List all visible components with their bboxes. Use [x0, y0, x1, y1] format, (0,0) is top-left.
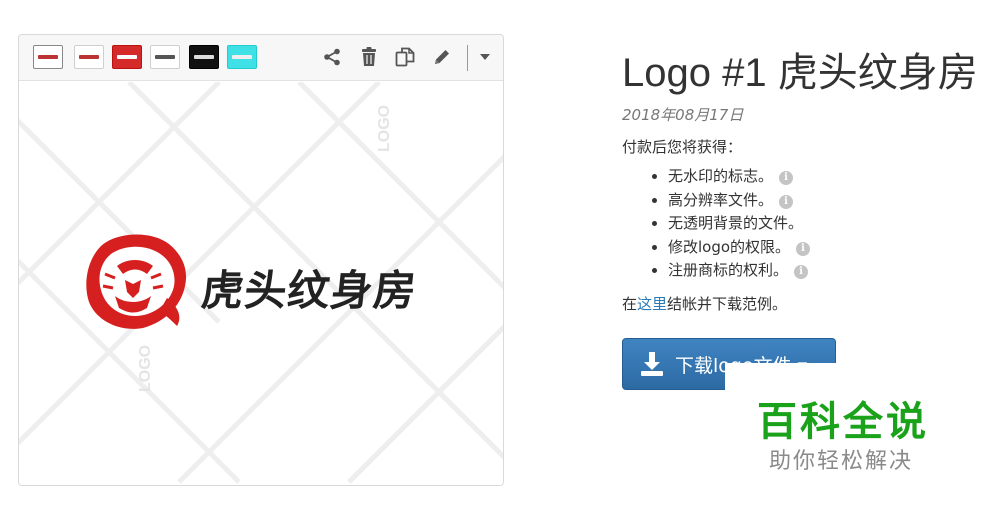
swatch-black[interactable]	[189, 45, 219, 69]
watermark-sub-text: 助你轻松解决	[769, 449, 914, 474]
copy-icon[interactable]	[394, 46, 416, 68]
caret-down-icon[interactable]	[474, 46, 496, 68]
share-icon[interactable]	[321, 46, 343, 68]
benefit-text: 高分辨率文件。	[668, 190, 774, 209]
watermark-logo-text: LOGO	[376, 105, 393, 152]
benefits-list: 无水印的标志。 i 高分辨率文件。 i 无透明背景的文件。 修改logo的权限。 i …	[650, 165, 811, 283]
watermark-logo-text-2: LOGO	[137, 345, 154, 392]
benefits-intro: 付款后您将获得：	[622, 138, 743, 156]
checkout-link[interactable]: 这里	[637, 295, 667, 313]
site-watermark: 百科全说 助你轻松解决	[725, 363, 1000, 509]
benefit-text: 无水印的标志。	[668, 167, 774, 185]
info-icon[interactable]: i	[796, 241, 811, 256]
info-icon[interactable]: i	[794, 265, 809, 279]
pencil-icon[interactable]	[431, 46, 453, 68]
benefit-item: 修改logo的权限。 i	[650, 236, 811, 260]
benefit-text: 无透明背景的文件。	[668, 214, 804, 232]
benefit-item: 无水印的标志。 i	[650, 165, 810, 189]
publish-date: 2018年08月17日	[622, 106, 744, 124]
checkout-suffix: 结帐并下载范例。	[667, 295, 788, 313]
toolbar-separator	[467, 45, 468, 71]
download-icon	[641, 352, 663, 376]
info-icon[interactable]: i	[779, 194, 794, 209]
logo-canvas: LOGO LOGO 虎头纹身房	[19, 82, 503, 485]
benefit-item: 高分辨率文件。 i	[650, 189, 810, 213]
trash-icon[interactable]	[358, 46, 380, 68]
info-icon[interactable]: i	[779, 171, 794, 185]
page-title: Logo #1 虎头纹身房	[622, 51, 978, 95]
watermark-main-text: 百科全说	[757, 399, 929, 445]
logo-brand-name: 虎头纹身房	[199, 266, 420, 315]
benefit-text: 修改logo的权限。	[668, 237, 791, 256]
checkout-prefix: 在	[622, 295, 638, 313]
swatch-white-outline[interactable]	[33, 45, 63, 69]
benefit-text: 注册商标的权利。	[668, 261, 789, 279]
benefit-item: 无透明背景的文件。	[650, 212, 810, 236]
tiger-head-icon	[86, 234, 187, 329]
logo-preview-panel: LOGO LOGO 虎头纹身房	[18, 34, 504, 486]
benefit-item: 注册商标的权利。 i	[650, 259, 810, 283]
swatch-red[interactable]	[112, 45, 142, 69]
checkout-text: 在这里结帐并下载范例。	[622, 293, 787, 314]
swatch-cyan[interactable]	[227, 45, 257, 69]
swatch-white[interactable]	[74, 45, 104, 69]
preview-toolbar	[19, 35, 503, 81]
swatch-white-2[interactable]	[150, 45, 180, 69]
